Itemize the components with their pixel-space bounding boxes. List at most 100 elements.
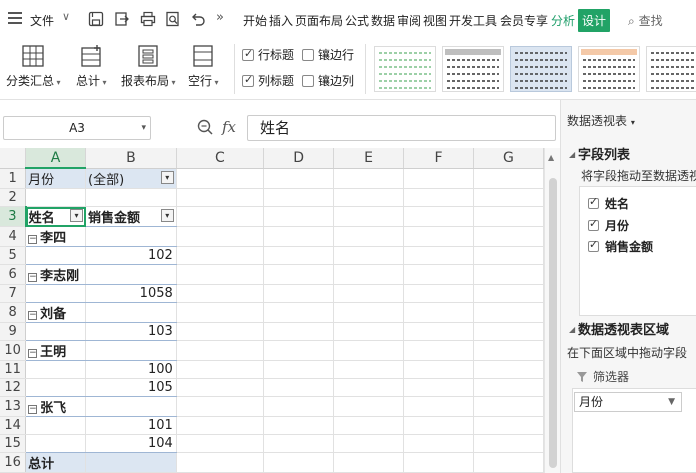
cell[interactable] (473, 396, 544, 417)
column-header-g[interactable]: G (473, 148, 544, 169)
filter-field-dropdown[interactable]: 月份 ▼ (574, 392, 682, 412)
cell[interactable] (333, 360, 405, 379)
filter-value-cell[interactable]: (全部) ▾ (85, 168, 177, 189)
cell[interactable] (403, 246, 474, 265)
cell[interactable] (176, 322, 265, 341)
cell[interactable] (263, 168, 335, 189)
cell[interactable] (403, 226, 474, 247)
banded-cols-checkbox[interactable]: 镶边列 (302, 72, 354, 89)
cell[interactable] (25, 378, 87, 397)
collapse-icon[interactable]: − (28, 235, 38, 244)
undo-icon[interactable] (190, 11, 206, 27)
file-menu[interactable]: 文件 (30, 12, 54, 29)
cell[interactable] (176, 434, 265, 453)
collapse-icon[interactable]: − (28, 405, 38, 414)
cell[interactable] (473, 302, 544, 323)
cell[interactable] (176, 452, 265, 473)
cell[interactable] (263, 302, 335, 323)
cell[interactable] (333, 396, 405, 417)
collapse-icon[interactable]: − (28, 311, 38, 320)
row-header[interactable]: 3 (0, 206, 27, 227)
cell[interactable] (403, 396, 474, 417)
cell[interactable] (473, 284, 544, 303)
cell[interactable] (333, 246, 405, 265)
select-all-corner[interactable] (0, 148, 27, 169)
value-cell[interactable]: 101 (85, 416, 177, 435)
tab-formulas[interactable]: 公式 (345, 12, 369, 29)
chevron-down-icon[interactable]: ▾ (141, 117, 146, 139)
pivot-style-orange[interactable] (578, 46, 640, 92)
column-header-d[interactable]: D (263, 148, 335, 169)
cell[interactable] (333, 340, 405, 361)
chevron-down-icon[interactable]: ∨ (62, 10, 70, 23)
value-cell[interactable]: 1058 (85, 284, 177, 303)
field-month-checkbox[interactable]: 月份 (588, 217, 629, 234)
cell[interactable] (263, 246, 335, 265)
col-headers-checkbox[interactable]: 列标题 (242, 72, 294, 89)
grand-total-value-cell[interactable] (85, 452, 177, 473)
cell[interactable] (333, 206, 405, 227)
cell[interactable] (403, 168, 474, 189)
row-header[interactable]: 2 (0, 188, 27, 207)
cell[interactable] (85, 302, 177, 323)
cell[interactable] (333, 416, 405, 435)
subtotal-button[interactable]: 分类汇总 (6, 44, 61, 89)
cell[interactable] (473, 452, 544, 473)
cell[interactable] (473, 226, 544, 247)
cell[interactable] (176, 340, 265, 361)
chevron-down-icon[interactable]: ▼ (668, 393, 675, 411)
cell[interactable] (473, 322, 544, 341)
value-cell[interactable]: 100 (85, 360, 177, 379)
value-cell[interactable]: 102 (85, 246, 177, 265)
scrollbar-thumb[interactable] (549, 178, 557, 468)
scroll-up-icon[interactable]: ▲ (548, 153, 554, 162)
name-box[interactable]: A3 ▾ (3, 116, 151, 140)
cell[interactable] (263, 416, 335, 435)
more-icon[interactable]: » (216, 10, 224, 25)
cell[interactable] (176, 378, 265, 397)
cell[interactable] (473, 264, 544, 285)
export-icon[interactable] (114, 11, 130, 27)
row-header[interactable]: 12 (0, 378, 27, 397)
cell[interactable] (85, 396, 177, 417)
pivot-row-header-cell[interactable]: 姓名 ▾ (25, 206, 87, 227)
group-cell[interactable]: − 刘备 (25, 302, 87, 323)
row-header[interactable]: 4 (0, 226, 27, 247)
cell[interactable] (25, 360, 87, 379)
tab-page-layout[interactable]: 页面布局 (295, 12, 343, 29)
cell[interactable] (473, 434, 544, 453)
cell[interactable] (333, 188, 405, 207)
cell[interactable] (25, 188, 87, 207)
pivot-value-header-cell[interactable]: 销售金额 ▾ (85, 206, 177, 227)
column-header-c[interactable]: C (176, 148, 265, 169)
cell[interactable] (403, 416, 474, 435)
cell[interactable] (333, 452, 405, 473)
cell[interactable] (473, 340, 544, 361)
column-header-e[interactable]: E (333, 148, 405, 169)
cell[interactable] (263, 264, 335, 285)
search-button[interactable]: ⌕ 查找 (628, 12, 663, 29)
save-icon[interactable] (88, 11, 104, 27)
blank-rows-button[interactable]: 空行 (188, 44, 219, 89)
row-header[interactable]: 6 (0, 264, 27, 285)
cell[interactable] (25, 416, 87, 435)
cell[interactable] (176, 264, 265, 285)
cell[interactable] (85, 188, 177, 207)
tab-review[interactable]: 审阅 (397, 12, 421, 29)
print-preview-icon[interactable] (165, 11, 181, 27)
field-sales-checkbox[interactable]: 销售金额 (588, 238, 653, 255)
tab-home[interactable]: 开始 (243, 12, 267, 29)
tab-developer[interactable]: 开发工具 (449, 12, 497, 29)
cell[interactable] (263, 378, 335, 397)
pivot-style-green[interactable] (374, 46, 436, 92)
row-header[interactable]: 13 (0, 396, 27, 417)
cell[interactable] (176, 284, 265, 303)
row-header[interactable]: 9 (0, 322, 27, 341)
cell[interactable] (263, 284, 335, 303)
collapse-icon[interactable]: − (28, 349, 38, 358)
field-name-checkbox[interactable]: 姓名 (588, 195, 629, 212)
banded-rows-checkbox[interactable]: 镶边行 (302, 46, 354, 63)
grandtotal-button[interactable]: 总计 (76, 44, 107, 89)
print-icon[interactable] (140, 11, 156, 27)
tab-insert[interactable]: 插入 (269, 12, 293, 29)
